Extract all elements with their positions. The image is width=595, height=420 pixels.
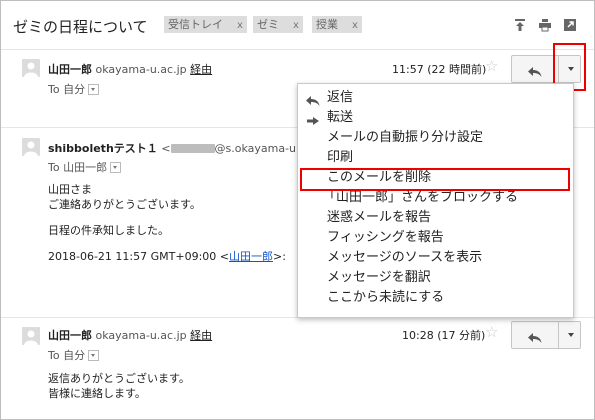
sender-name: 山田一郎 xyxy=(48,63,92,76)
label-name: 授業 xyxy=(316,18,338,31)
delete-item-highlight xyxy=(300,168,570,191)
menu-item-report-spam[interactable]: 迷惑メールを報告 xyxy=(327,208,431,228)
redacted-email xyxy=(170,144,215,153)
message-time: 11:57 (22 時間前) xyxy=(392,63,487,76)
forward-icon xyxy=(306,112,320,126)
print-icon[interactable] xyxy=(538,17,552,32)
sender-email: okayama-u.ac.jp xyxy=(95,63,187,76)
button-divider xyxy=(558,322,559,348)
body-line: 返信ありがとうございます。 xyxy=(48,372,190,385)
body-line: 日程の件承知しました。 xyxy=(48,224,169,237)
menu-item-show-original[interactable]: メッセージのソースを表示 xyxy=(327,248,482,268)
sender-name: 山田一郎 xyxy=(48,329,92,342)
menu-item-mark-unread[interactable]: ここから未読にする xyxy=(327,288,444,308)
archive-icon[interactable] xyxy=(513,17,527,31)
label-remove-icon[interactable]: x xyxy=(352,20,358,31)
reply-icon[interactable] xyxy=(528,63,542,82)
recipient-details-toggle[interactable] xyxy=(88,350,100,361)
reply-icon[interactable] xyxy=(528,329,542,348)
label-name: 受信トレイ xyxy=(168,18,223,31)
label-name: ゼミ xyxy=(257,18,279,31)
avatar xyxy=(22,138,40,156)
menu-item-forward[interactable]: 転送 xyxy=(327,108,353,128)
menu-item-filter-messages[interactable]: メールの自動振り分け設定 xyxy=(327,128,483,148)
label-remove-icon[interactable]: x xyxy=(293,20,299,31)
recipient-line: To 自分 xyxy=(48,81,100,97)
thread-subject: ゼミの日程について xyxy=(13,18,148,36)
recipient-label: To 自分 xyxy=(48,83,86,96)
recipient-details-toggle[interactable] xyxy=(110,162,122,173)
menu-item-reply[interactable]: 返信 xyxy=(327,88,353,108)
message-body: 返信ありがとうございます。 皆様に連絡します。 xyxy=(48,371,190,401)
reply-icon xyxy=(306,92,320,106)
message-time: 10:28 (17 分前) xyxy=(402,329,486,342)
message-actions-menu: 返信 転送 メールの自動振り分け設定 印刷 このメールを削除 「山田一郎」さんを… xyxy=(297,83,574,318)
body-line: 山田さま xyxy=(48,183,92,196)
body-line: 皆様に連絡します。 xyxy=(48,387,146,400)
new-window-icon[interactable] xyxy=(563,17,577,31)
quote-suffix: >: xyxy=(272,250,286,263)
message-body: 山田さま ご連絡ありがとうございます。 日程の件承知しました。 2018-06-… xyxy=(48,182,286,264)
sender-line: 山田一郎 okayama-u.ac.jp 経由 xyxy=(48,61,212,77)
sender-email: okayama-u.ac.jp xyxy=(95,329,187,342)
label-remove-icon[interactable]: x xyxy=(237,20,243,31)
star-icon[interactable]: ☆ xyxy=(485,323,498,341)
recipient-line: To 山田一郎 xyxy=(48,159,122,175)
quote-header: 2018-06-21 11:57 GMT+09:00 <山田一郎>: xyxy=(48,249,286,264)
recipient-details-toggle[interactable] xyxy=(88,84,100,95)
avatar xyxy=(22,327,40,345)
more-options-icon[interactable] xyxy=(568,333,574,337)
menu-item-block-sender[interactable]: 「山田一郎」さんをブロックする xyxy=(323,188,518,208)
sender-email-prefix: < xyxy=(161,142,171,155)
email-thread-window: ゼミの日程について 受信トレイ x ゼミ x 授業 x 山田一郎 okayama-u.… xyxy=(0,0,595,420)
sender-line: shibbolethテスト１ < @s.okayama-u.ac xyxy=(48,140,312,156)
sender-name: shibbolethテスト１ xyxy=(48,142,158,155)
menu-item-report-phishing[interactable]: フィッシングを報告 xyxy=(327,228,444,248)
star-icon[interactable]: ☆ xyxy=(485,57,498,75)
reply-button-group xyxy=(511,321,581,349)
recipient-line: To 自分 xyxy=(48,347,100,363)
sender-line: 山田一郎 okayama-u.ac.jp 経由 xyxy=(48,327,212,343)
quote-sender-link[interactable]: 山田一郎 xyxy=(229,250,273,263)
recipient-label: To 自分 xyxy=(48,349,86,362)
via-link[interactable]: 経由 xyxy=(190,329,212,342)
avatar xyxy=(22,59,40,77)
via-link[interactable]: 経由 xyxy=(190,63,212,76)
label-chip-inbox[interactable]: 受信トレイ x xyxy=(164,16,247,33)
recipient-label: To 山田一郎 xyxy=(48,161,108,174)
menu-item-print[interactable]: 印刷 xyxy=(327,148,353,168)
header-divider xyxy=(1,49,594,50)
label-chip-class[interactable]: 授業 x xyxy=(312,16,362,33)
body-line: ご連絡ありがとうございます。 xyxy=(48,198,201,211)
label-chip-seminar[interactable]: ゼミ x xyxy=(253,16,303,33)
menu-item-translate[interactable]: メッセージを翻訳 xyxy=(327,268,431,288)
quote-date: 2018-06-21 11:57 GMT+09:00 < xyxy=(48,250,229,263)
